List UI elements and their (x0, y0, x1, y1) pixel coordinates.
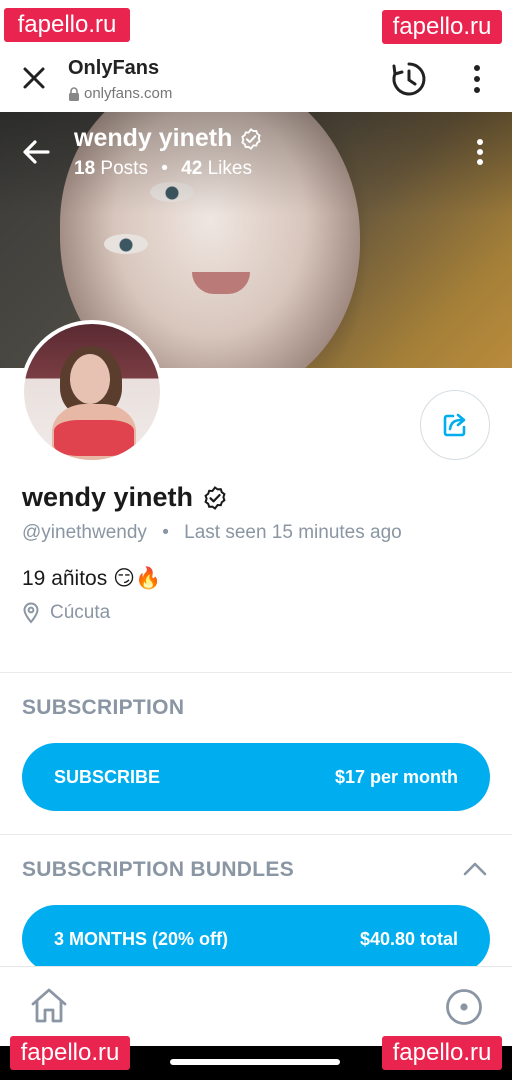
section-divider (0, 672, 512, 673)
history-icon[interactable] (390, 60, 428, 98)
bundle-price: $40.80 total (359, 928, 458, 949)
profile-location: Cúcuta (22, 602, 110, 624)
bundle-button[interactable]: 3 MONTHS (20% off) $40.80 total (22, 905, 490, 973)
section-divider (0, 834, 512, 835)
verified-badge-icon (241, 127, 262, 150)
watermark: fapello.ru (382, 1036, 502, 1070)
avatar-photo (24, 324, 160, 460)
bundle-label: 3 MONTHS (20% off) (54, 928, 229, 949)
stats-separator: • (161, 158, 168, 179)
share-icon (443, 413, 466, 437)
subscribe-label: SUBSCRIBE (54, 766, 161, 787)
location-pin-icon (23, 602, 39, 624)
profile-name: wendy yineth (22, 482, 227, 513)
watermark: fapello.ru (382, 10, 502, 44)
profile-handle: @yinethwendy (22, 522, 147, 543)
browser-url: onlyfans.com (68, 85, 172, 102)
close-icon[interactable] (18, 62, 50, 94)
location-text: Cúcuta (50, 602, 111, 623)
lock-icon (69, 86, 79, 101)
bottom-navigation (0, 966, 512, 1046)
likes-count: 42 (181, 158, 203, 179)
subscribe-button[interactable]: SUBSCRIBE $17 per month (22, 743, 490, 811)
chevron-up-icon[interactable] (462, 858, 488, 880)
cover-profile-name: wendy yineth (74, 124, 262, 153)
last-seen: Last seen 15 minutes ago (184, 522, 402, 543)
bundles-title: SUBSCRIPTION BUNDLES (22, 858, 295, 881)
share-button[interactable] (420, 390, 490, 460)
browser-url-text: onlyfans.com (84, 85, 173, 102)
likes-label: Likes (207, 158, 252, 179)
arrow-left-icon[interactable] (20, 136, 52, 168)
posts-count: 18 (74, 158, 96, 179)
cover-stats: 18 Posts • 42 Likes (74, 158, 252, 180)
avatar[interactable] (20, 320, 164, 464)
profile-icon[interactable] (444, 987, 484, 1027)
subscribe-price: $17 per month (334, 766, 458, 787)
browser-page-title: OnlyFans (68, 57, 160, 79)
page: OnlyFans onlyfans.com wendy yineth 18 Po… (0, 0, 512, 1080)
home-indicator[interactable] (170, 1059, 340, 1065)
profile-name-text: wendy yineth (22, 482, 194, 512)
avatar-photo-top (54, 420, 134, 456)
more-vertical-icon[interactable] (466, 62, 488, 96)
more-vertical-icon[interactable] (474, 138, 486, 166)
posts-label: Posts (100, 158, 148, 179)
avatar-photo-face (70, 354, 110, 404)
watermark: fapello.ru (10, 1036, 130, 1070)
watermark: fapello.ru (4, 8, 130, 42)
subline-separator: • (162, 522, 169, 543)
profile-bio: 19 añitos 😏🔥 (22, 567, 162, 590)
verified-badge-icon (204, 485, 226, 510)
home-icon[interactable] (28, 985, 70, 1027)
cover-name-text: wendy yineth (74, 124, 233, 152)
subscription-title: SUBSCRIPTION (22, 696, 185, 719)
profile-subline: @yinethwendy • Last seen 15 minutes ago (22, 522, 402, 544)
